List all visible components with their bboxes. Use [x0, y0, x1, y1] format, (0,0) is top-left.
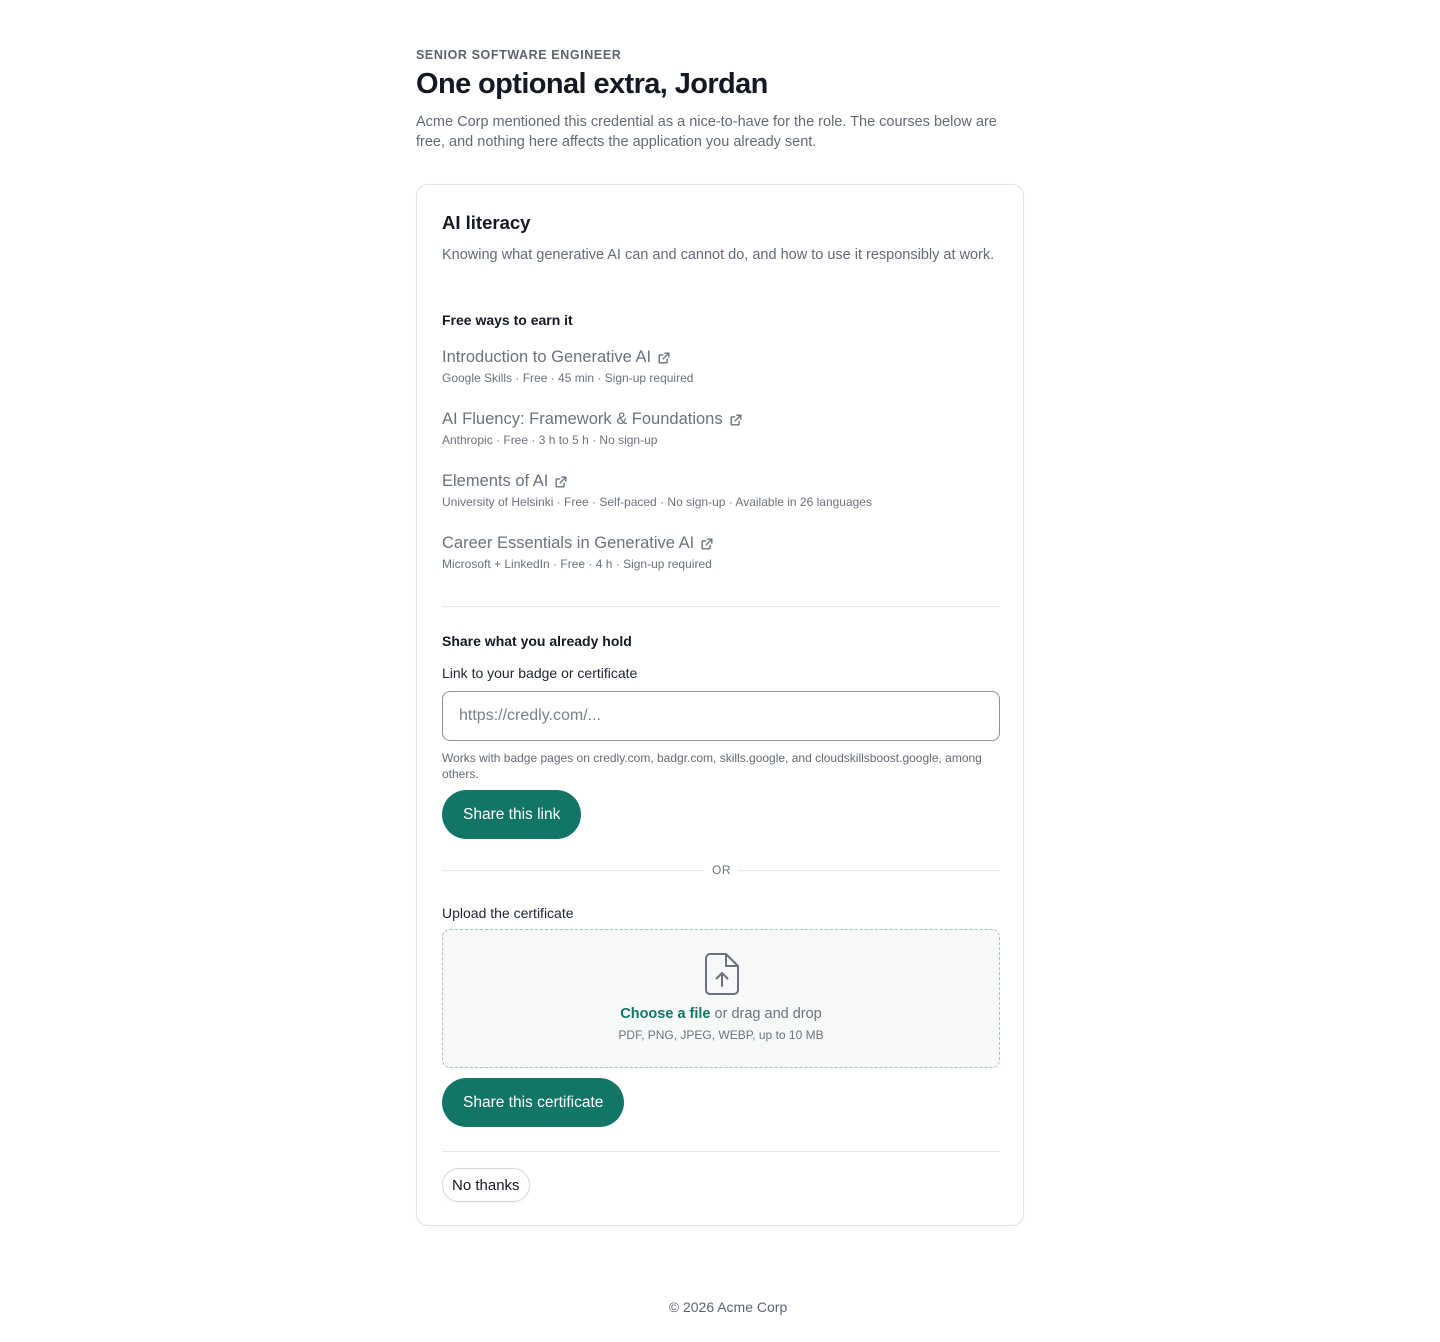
upload-label: Upload the certificate	[442, 905, 574, 921]
course-link-introduction-to-generative-ai[interactable]: Introduction to Generative AI	[442, 348, 671, 367]
or-line-right	[738, 870, 1000, 871]
course-meta: University of Helsinki · Free · Self-pac…	[442, 495, 872, 509]
course-link-ai-fluency[interactable]: AI Fluency: Framework & Foundations	[442, 410, 743, 429]
accepted-formats: PDF, PNG, JPEG, WEBP, up to 10 MB	[618, 1028, 824, 1042]
no-thanks-button[interactable]: No thanks	[442, 1168, 530, 1202]
course-link-elements-of-ai[interactable]: Elements of AI	[442, 472, 568, 491]
courses-section-label: Free ways to earn it	[442, 312, 573, 328]
section-divider	[442, 606, 1000, 607]
course-meta: Google Skills · Free · 45 min · Sign-up …	[442, 371, 694, 385]
external-link-icon	[701, 537, 713, 550]
section-divider	[442, 1151, 1000, 1152]
course-title: Career Essentials in Generative AI	[442, 534, 695, 552]
card-title: AI literacy	[442, 212, 531, 233]
course-item: Elements of AI University of Helsinki · …	[442, 472, 1000, 509]
external-link-icon	[730, 413, 742, 426]
badge-link-label: Link to your badge or certificate	[442, 665, 638, 681]
share-certificate-button[interactable]: Share this certificate	[442, 1078, 625, 1127]
course-meta: Microsoft + LinkedIn · Free · 4 h · Sign…	[442, 557, 712, 571]
course-item: AI Fluency: Framework & Foundations Anth…	[442, 410, 1000, 447]
or-separator: OR	[442, 863, 1000, 877]
drag-drop-text: or drag and drop	[710, 1006, 822, 1022]
course-item: Career Essentials in Generative AI Micro…	[442, 534, 1000, 571]
intro-text: Acme Corp mentioned this credential as a…	[416, 114, 997, 150]
choose-file-link[interactable]: Choose a file	[620, 1006, 710, 1022]
course-title: Elements of AI	[442, 472, 549, 490]
course-link-career-essentials[interactable]: Career Essentials in Generative AI	[442, 534, 714, 553]
dropzone-text: Choose a file or drag and drop	[443, 1006, 999, 1022]
share-section-label: Share what you already hold	[442, 633, 632, 649]
course-item: Introduction to Generative AI Google Ski…	[442, 348, 1000, 385]
external-link-icon	[658, 351, 670, 364]
certificate-dropzone[interactable]: Choose a file or drag and drop PDF, PNG,…	[442, 929, 1000, 1068]
badge-url-input[interactable]	[442, 691, 1000, 741]
or-line-left	[442, 870, 704, 871]
course-meta: Anthropic · Free · 3 h to 5 h · No sign-…	[442, 433, 658, 447]
page-title: One optional extra, Jordan	[416, 68, 768, 100]
badge-link-hint: Works with badge pages on credly.com, ba…	[442, 751, 982, 781]
external-link-icon	[555, 475, 567, 488]
course-title: AI Fluency: Framework & Foundations	[442, 410, 723, 428]
footer-copyright: © 2026 Acme Corp	[668, 1299, 788, 1315]
file-upload-icon	[705, 953, 739, 995]
card-description: Knowing what generative AI can and canno…	[442, 247, 995, 263]
share-link-button[interactable]: Share this link	[442, 790, 582, 839]
job-title-eyebrow: SENIOR SOFTWARE ENGINEER	[416, 48, 622, 62]
credential-card: AI literacy Knowing what generative AI c…	[416, 184, 1024, 1226]
or-text: OR	[712, 863, 731, 877]
course-title: Introduction to Generative AI	[442, 348, 652, 366]
